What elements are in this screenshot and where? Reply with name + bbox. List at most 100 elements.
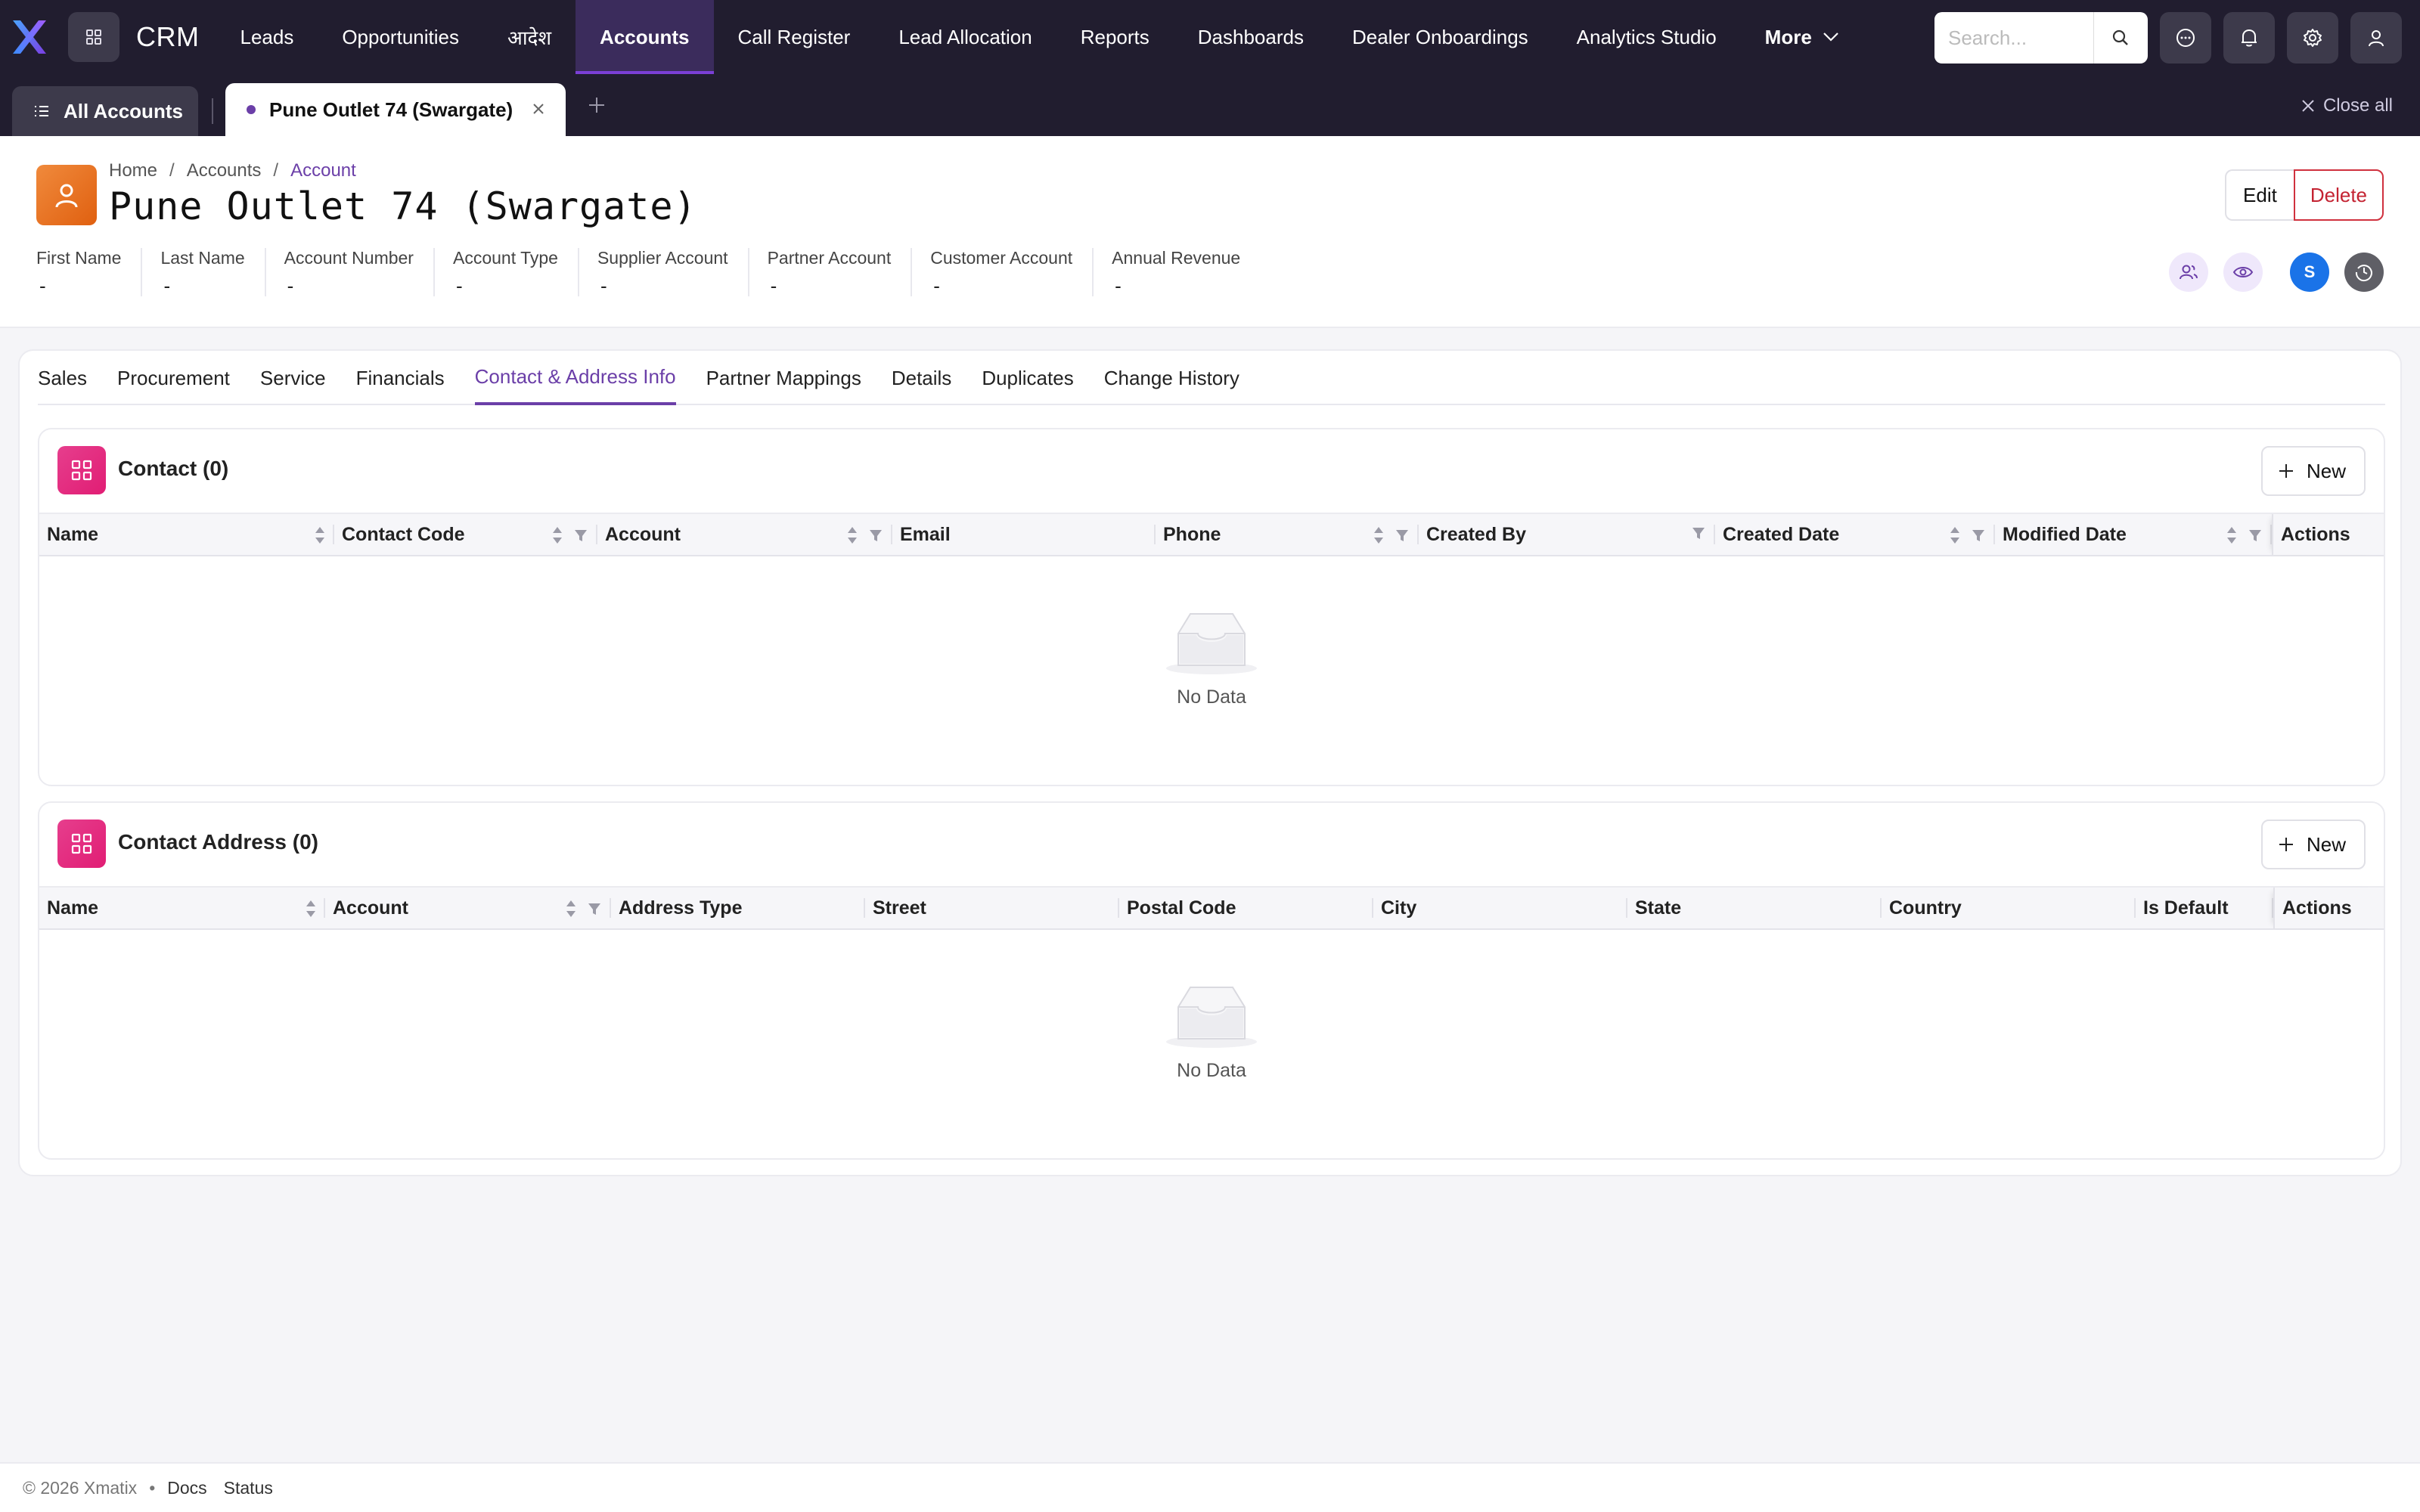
column-header-email[interactable]: Email: [892, 514, 1156, 555]
delete-button[interactable]: Delete: [2293, 169, 2384, 221]
contact-panel: Contact (0) New Name Contact Code Accoun…: [38, 428, 2385, 786]
sort-icon[interactable]: [315, 525, 325, 545]
edit-button[interactable]: Edit: [2225, 169, 2294, 221]
column-label: Actions: [2282, 897, 2352, 919]
nav-item-more[interactable]: More: [1741, 0, 1863, 74]
docs-link[interactable]: Docs: [167, 1478, 206, 1498]
contact-address-panel-header: Contact Address (0) New: [39, 803, 2384, 886]
sort-icon[interactable]: [2226, 525, 2237, 545]
record-actions: Edit Delete: [2225, 169, 2384, 221]
column-header-address-type[interactable]: Address Type: [611, 888, 865, 928]
chat-button[interactable]: [2160, 12, 2211, 64]
column-header-street[interactable]: Street: [865, 888, 1119, 928]
sort-icon[interactable]: [1373, 525, 1384, 545]
breadcrumb-home[interactable]: Home: [109, 160, 157, 181]
filter-icon[interactable]: [2248, 528, 2263, 543]
tab-service[interactable]: Service: [260, 351, 326, 405]
sort-icon[interactable]: [306, 899, 316, 919]
column-header-contact-code[interactable]: Contact Code: [334, 514, 597, 555]
nav-item-reports[interactable]: Reports: [1056, 0, 1174, 74]
empty-inbox-icon: [1166, 987, 1257, 1048]
new-contact-button[interactable]: New: [2260, 446, 2366, 496]
tab-sales[interactable]: Sales: [38, 351, 87, 405]
nav-right-tools: [1934, 12, 2402, 64]
column-header-created-date[interactable]: Created Date: [1715, 514, 1995, 555]
nav-item-call-register[interactable]: Call Register: [714, 0, 875, 74]
column-header-city[interactable]: City: [1373, 888, 1627, 928]
field-value: -: [1115, 274, 1122, 297]
account-avatar: [36, 165, 97, 225]
contact-table-header: Name Contact Code Account Email Phone Cr…: [39, 513, 2384, 556]
search-input[interactable]: [1934, 13, 2093, 63]
empty-text: No Data: [1177, 686, 1246, 708]
column-label: Is Default: [2143, 897, 2229, 919]
column-header-name[interactable]: Name: [39, 514, 334, 555]
grid-icon: [86, 29, 101, 45]
grid-icon: [57, 446, 106, 494]
column-header-country[interactable]: Country: [1882, 888, 2136, 928]
add-tab-icon[interactable]: [587, 95, 607, 119]
nav-item-opportunities[interactable]: Opportunities: [318, 0, 483, 74]
nav-item-orders[interactable]: आदेश: [483, 0, 576, 74]
plus-icon: [2278, 463, 2294, 479]
history-button[interactable]: [2344, 253, 2384, 292]
column-header-state[interactable]: State: [1627, 888, 1882, 928]
filter-icon[interactable]: [1971, 528, 1986, 543]
tab-change-history[interactable]: Change History: [1104, 351, 1239, 405]
column-header-is-default[interactable]: Is Default: [2136, 888, 2273, 928]
column-header-account[interactable]: Account: [597, 514, 892, 555]
sort-icon[interactable]: [552, 525, 563, 545]
app-brand: CRM: [136, 21, 200, 52]
new-contact-address-button[interactable]: New: [2260, 820, 2366, 869]
app-launcher-button[interactable]: [68, 12, 119, 62]
all-accounts-tab[interactable]: All Accounts: [12, 86, 198, 136]
field-value: -: [163, 274, 171, 297]
notifications-button[interactable]: [2223, 12, 2275, 64]
column-label: Postal Code: [1127, 897, 1236, 919]
status-link[interactable]: Status: [224, 1478, 273, 1498]
filter-icon[interactable]: [1395, 528, 1410, 543]
filter-icon[interactable]: [587, 901, 602, 916]
search-button[interactable]: [2093, 12, 2146, 64]
detail-card: Sales Procurement Service Financials Con…: [18, 349, 2402, 1176]
nav-item-lead-allocation[interactable]: Lead Allocation: [874, 0, 1056, 74]
tab-financials[interactable]: Financials: [356, 351, 445, 405]
followers-button[interactable]: [2169, 253, 2208, 292]
sort-icon[interactable]: [566, 899, 576, 919]
filter-icon[interactable]: [868, 528, 883, 543]
filter-icon[interactable]: [1691, 525, 1706, 541]
nav-item-dashboards[interactable]: Dashboards: [1174, 0, 1328, 74]
watch-button[interactable]: [2223, 253, 2263, 292]
column-header-postal-code[interactable]: Postal Code: [1119, 888, 1373, 928]
column-header-name[interactable]: Name: [39, 888, 325, 928]
column-header-modified-date[interactable]: Modified Date: [1995, 514, 2272, 555]
field-value: -: [933, 274, 940, 297]
xmatix-logo-icon[interactable]: [9, 17, 50, 57]
settings-button[interactable]: [2287, 12, 2338, 64]
close-tab-icon[interactable]: [531, 101, 546, 120]
sort-icon[interactable]: [847, 525, 858, 545]
record-tab-active[interactable]: Pune Outlet 74 (Swargate): [225, 83, 566, 136]
clock-icon: [2355, 265, 2372, 282]
tab-duplicates[interactable]: Duplicates: [982, 351, 1073, 405]
owner-avatar[interactable]: S: [2290, 253, 2329, 292]
field-label: Customer Account: [930, 248, 1073, 268]
column-header-phone[interactable]: Phone: [1156, 514, 1419, 555]
nav-item-accounts[interactable]: Accounts: [576, 0, 714, 74]
nav-item-leads[interactable]: Leads: [216, 0, 318, 74]
column-header-account[interactable]: Account: [325, 888, 611, 928]
sort-icon[interactable]: [1950, 525, 1960, 545]
tab-partner-mappings[interactable]: Partner Mappings: [706, 351, 861, 405]
column-label: Country: [1889, 897, 1962, 919]
tab-procurement[interactable]: Procurement: [117, 351, 230, 405]
column-header-created-by[interactable]: Created By: [1419, 514, 1715, 555]
tab-contact-address-info[interactable]: Contact & Address Info: [474, 351, 676, 405]
breadcrumb-accounts[interactable]: Accounts: [187, 160, 262, 181]
close-all-button[interactable]: Close all: [2301, 95, 2393, 116]
page-footer: © 2026 Xmatix • Docs Status: [0, 1462, 2420, 1512]
nav-item-dealer-onboardings[interactable]: Dealer Onboardings: [1328, 0, 1553, 74]
nav-item-analytics-studio[interactable]: Analytics Studio: [1553, 0, 1741, 74]
filter-icon[interactable]: [573, 528, 588, 543]
user-menu-button[interactable]: [2350, 12, 2402, 64]
tab-details[interactable]: Details: [892, 351, 951, 405]
